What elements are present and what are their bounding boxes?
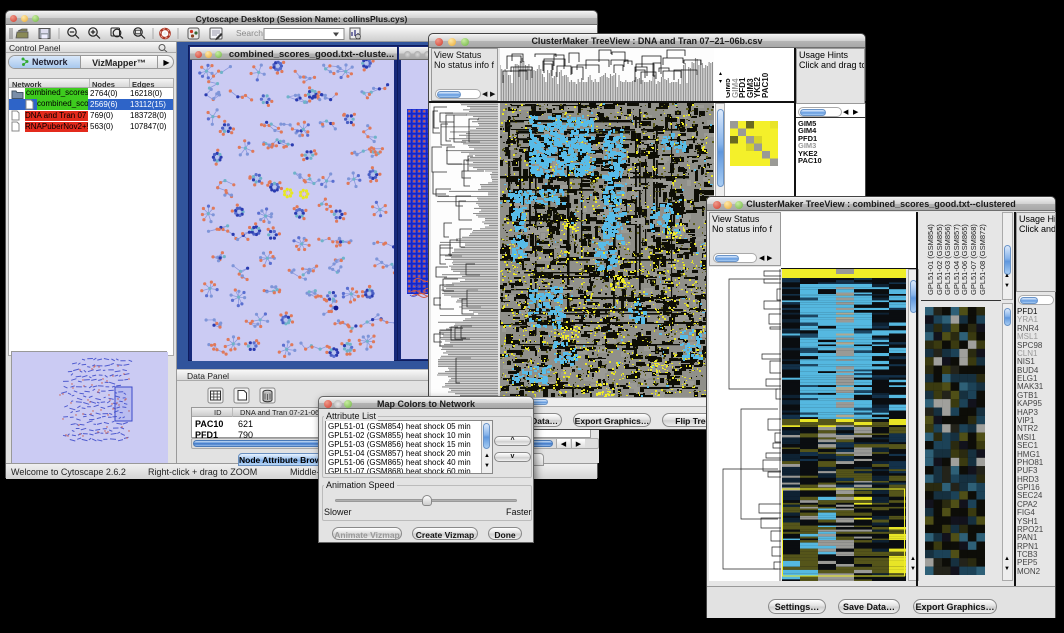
- svg-text:GPL51-08 (GSM872): GPL51-08 (GSM872): [978, 224, 987, 295]
- svg-text:Search:: Search:: [236, 28, 265, 38]
- svg-text:GPL51-07 (GSM868): GPL51-07 (GSM868): [969, 224, 978, 295]
- svg-text:GPL51-01 (GSM854): GPL51-01 (GSM854): [926, 224, 935, 295]
- svg-text:GPL51-06 (GSM865): GPL51-06 (GSM865): [960, 224, 969, 295]
- svg-text:PAC10: PAC10: [761, 72, 770, 98]
- svg-text:GPL51-03 (GSM856): GPL51-03 (GSM856): [943, 224, 952, 295]
